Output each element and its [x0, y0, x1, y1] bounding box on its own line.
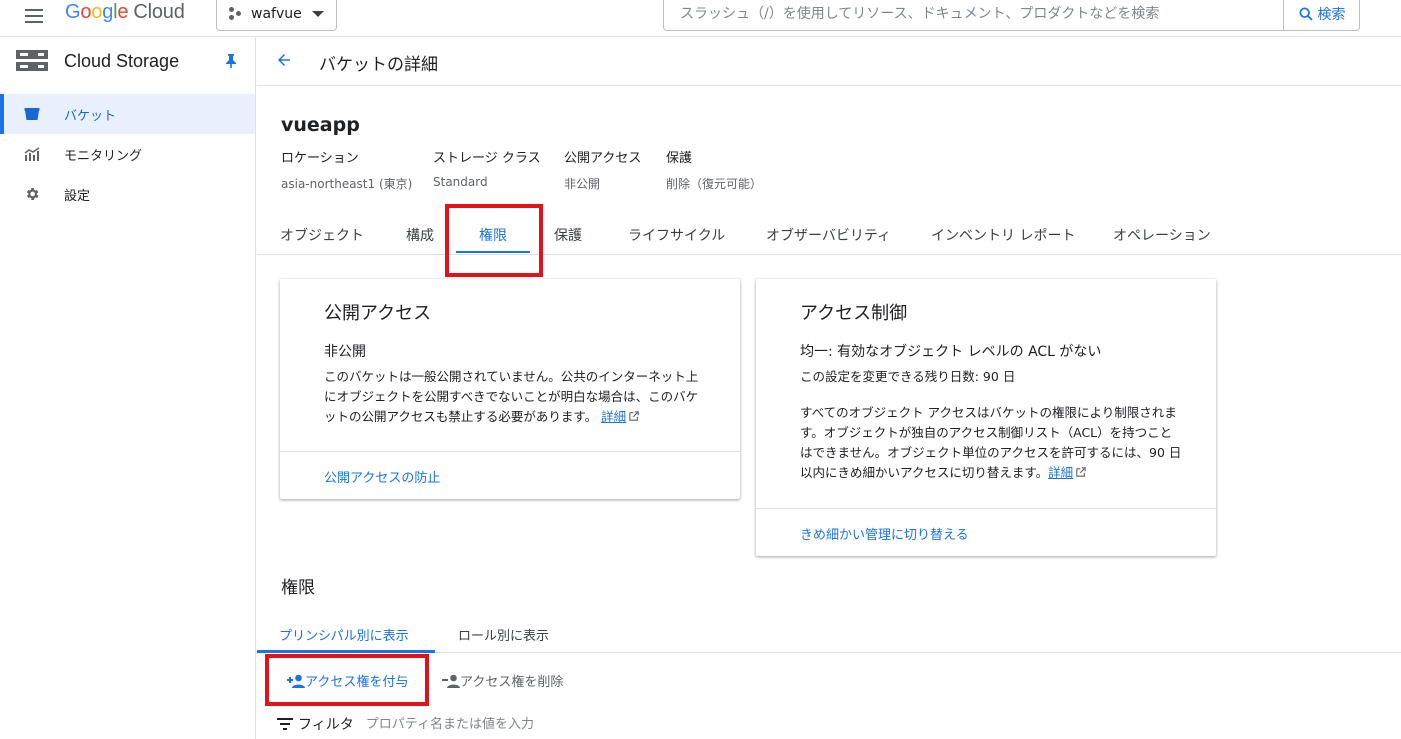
access-control-card: アクセス制御 均一: 有効なオブジェクト レベルの ACL がない この設定を変… — [756, 279, 1216, 556]
back-arrow-icon[interactable] — [275, 51, 293, 69]
card-divider — [756, 508, 1216, 509]
filter-icon — [277, 718, 293, 730]
bucket-tabs: オブジェクト 構成 権限 保護 ライフサイクル オブザーバビリティ インベントリ… — [257, 215, 1401, 255]
filter-bar: フィルタ — [277, 714, 666, 734]
search-button[interactable]: 検索 — [1283, 0, 1359, 30]
description-line-text: ットの公開アクセスも禁止する必要があります。 — [324, 409, 598, 424]
description-line: はできません。オブジェクト単位のアクセスを許可するには、90 日 — [800, 445, 1182, 460]
public-access-status: 非公開 — [324, 344, 366, 360]
description-line: す。オブジェクトが独自のアクセス制御リスト（ACL）を持つこと — [800, 425, 1173, 440]
search-button-label: 検索 — [1317, 6, 1346, 23]
search-box: 検索 — [663, 0, 1360, 31]
remove-access-label: アクセス権を削除 — [460, 675, 564, 690]
learn-more-link[interactable]: 詳細 — [1048, 465, 1073, 480]
tab-protection[interactable]: 保護 — [554, 225, 582, 245]
search-icon — [1298, 6, 1313, 21]
card-title: 公開アクセス — [324, 303, 432, 324]
search-input[interactable] — [664, 0, 1284, 30]
filter-input[interactable] — [365, 716, 666, 732]
description-line: すべてのオブジェクト アクセスはバケットの権限により制限されま — [800, 405, 1177, 420]
public-access-card: 公開アクセス 非公開 このバケットは一般公開されていません。公共のインターネット… — [280, 279, 740, 499]
tab-operations[interactable]: オペレーション — [1113, 225, 1211, 245]
permissions-view-tabs: プリンシパル別に表示 ロール別に表示 — [257, 615, 1401, 653]
tab-configuration[interactable]: 構成 — [406, 225, 434, 245]
pin-icon[interactable] — [225, 54, 237, 68]
access-control-status: 均一: 有効なオブジェクト レベルの ACL がない — [800, 344, 1102, 360]
description-line: にオブジェクトを公開すべきでないことが明白な場合は、このバケ — [324, 389, 699, 404]
project-selector[interactable]: wafvue — [216, 0, 337, 31]
sidebar-header: Cloud Storage — [0, 37, 255, 85]
logo-cloud-text: Cloud — [133, 1, 185, 23]
description-line: 以内にきめ細かいアクセスに切り替えます。詳細 — [800, 463, 1181, 483]
meta-public-access: 公開アクセス 非公開 — [564, 147, 641, 192]
meta-protection: 保護 削除（復元可能） — [666, 147, 762, 192]
tab-inventory-reports[interactable]: インベントリ レポート — [931, 225, 1075, 245]
access-control-description: すべてのオブジェクト アクセスはバケットの権限により制限されま す。オブジェクト… — [800, 403, 1181, 483]
tab-view-by-role[interactable]: ロール別に表示 — [458, 625, 549, 644]
description-line: このバケットは一般公開されていません。公共のインターネット上 — [324, 369, 699, 384]
google-cloud-logo[interactable]: Google Cloud — [65, 1, 185, 24]
main-content: バケットの詳細 vueapp ロケーション asia-northeast1 (東… — [257, 37, 1401, 739]
meta-location: ロケーション asia-northeast1 (東京) — [281, 147, 412, 192]
tab-observability[interactable]: オブザーバビリティ — [766, 225, 891, 245]
sidebar: Cloud Storage バケット モニタリング 設定 — [0, 37, 256, 739]
page-title: バケットの詳細 — [319, 55, 438, 75]
sidebar-item-buckets[interactable]: バケット — [0, 94, 255, 134]
public-access-description: このバケットは一般公開されていません。公共のインターネット上 にオブジェクトを公… — [324, 367, 698, 427]
meta-key: ロケーション — [281, 151, 359, 166]
external-link-icon — [629, 411, 639, 421]
highlight-box-permissions-tab — [445, 204, 543, 277]
external-link-icon — [1076, 467, 1086, 477]
meta-key: ストレージ クラス — [433, 151, 541, 166]
bucket-icon — [24, 106, 40, 122]
sidebar-item-settings[interactable]: 設定 — [0, 174, 255, 214]
chevron-down-icon — [312, 11, 324, 17]
tab-objects[interactable]: オブジェクト — [280, 225, 364, 245]
learn-more-link[interactable]: 詳細 — [601, 409, 626, 424]
card-title: アクセス制御 — [800, 303, 908, 324]
meta-value: asia-northeast1 (東京) — [281, 177, 413, 191]
storage-icon — [16, 50, 48, 71]
card-divider — [280, 451, 740, 452]
meta-key: 公開アクセス — [564, 151, 642, 166]
sidebar-item-monitoring[interactable]: モニタリング — [0, 134, 255, 174]
sidebar-item-label: バケット — [64, 108, 117, 124]
gear-icon — [24, 186, 40, 202]
prevent-public-access-button[interactable]: 公開アクセスの防止 — [324, 467, 440, 486]
top-bar: GoogleCloud wafvue 検索 — [0, 0, 1401, 37]
menu-icon[interactable] — [22, 5, 46, 29]
permissions-section-title: 権限 — [281, 578, 315, 598]
meta-value: 非公開 — [564, 177, 601, 191]
person-remove-icon — [442, 674, 460, 688]
active-subtab-indicator — [257, 650, 435, 653]
description-line: ットの公開アクセスも禁止する必要があります。 詳細 — [324, 407, 698, 427]
meta-key: 保護 — [666, 151, 693, 166]
meta-storage-class: ストレージ クラス Standard — [433, 147, 541, 189]
switch-to-fine-grained-button[interactable]: きめ細かい管理に切り替える — [800, 524, 969, 543]
page-header: バケットの詳細 — [257, 37, 1401, 86]
tab-view-by-principal[interactable]: プリンシパル別に表示 — [279, 625, 409, 644]
meta-value: 削除（復元可能） — [666, 177, 763, 191]
sidebar-item-label: モニタリング — [64, 148, 143, 164]
project-name: wafvue — [251, 5, 302, 22]
sidebar-title: Cloud Storage — [64, 50, 180, 71]
description-line-text: 以内にきめ細かいアクセスに切り替えます。 — [800, 465, 1049, 480]
days-left-text: この設定を変更できる残り日数: 90 日 — [800, 369, 1016, 384]
highlight-box-grant-access — [265, 654, 429, 706]
remove-access-button[interactable]: アクセス権を削除 — [442, 671, 563, 690]
filter-label: フィルタ — [298, 717, 354, 733]
monitoring-icon — [24, 146, 40, 162]
bucket-name: vueapp — [281, 114, 360, 136]
meta-value: Standard — [433, 175, 488, 189]
tab-lifecycle[interactable]: ライフサイクル — [628, 225, 725, 245]
project-icon — [229, 6, 243, 21]
logo-google-text: Google — [65, 1, 129, 23]
sidebar-item-label: 設定 — [64, 188, 91, 204]
